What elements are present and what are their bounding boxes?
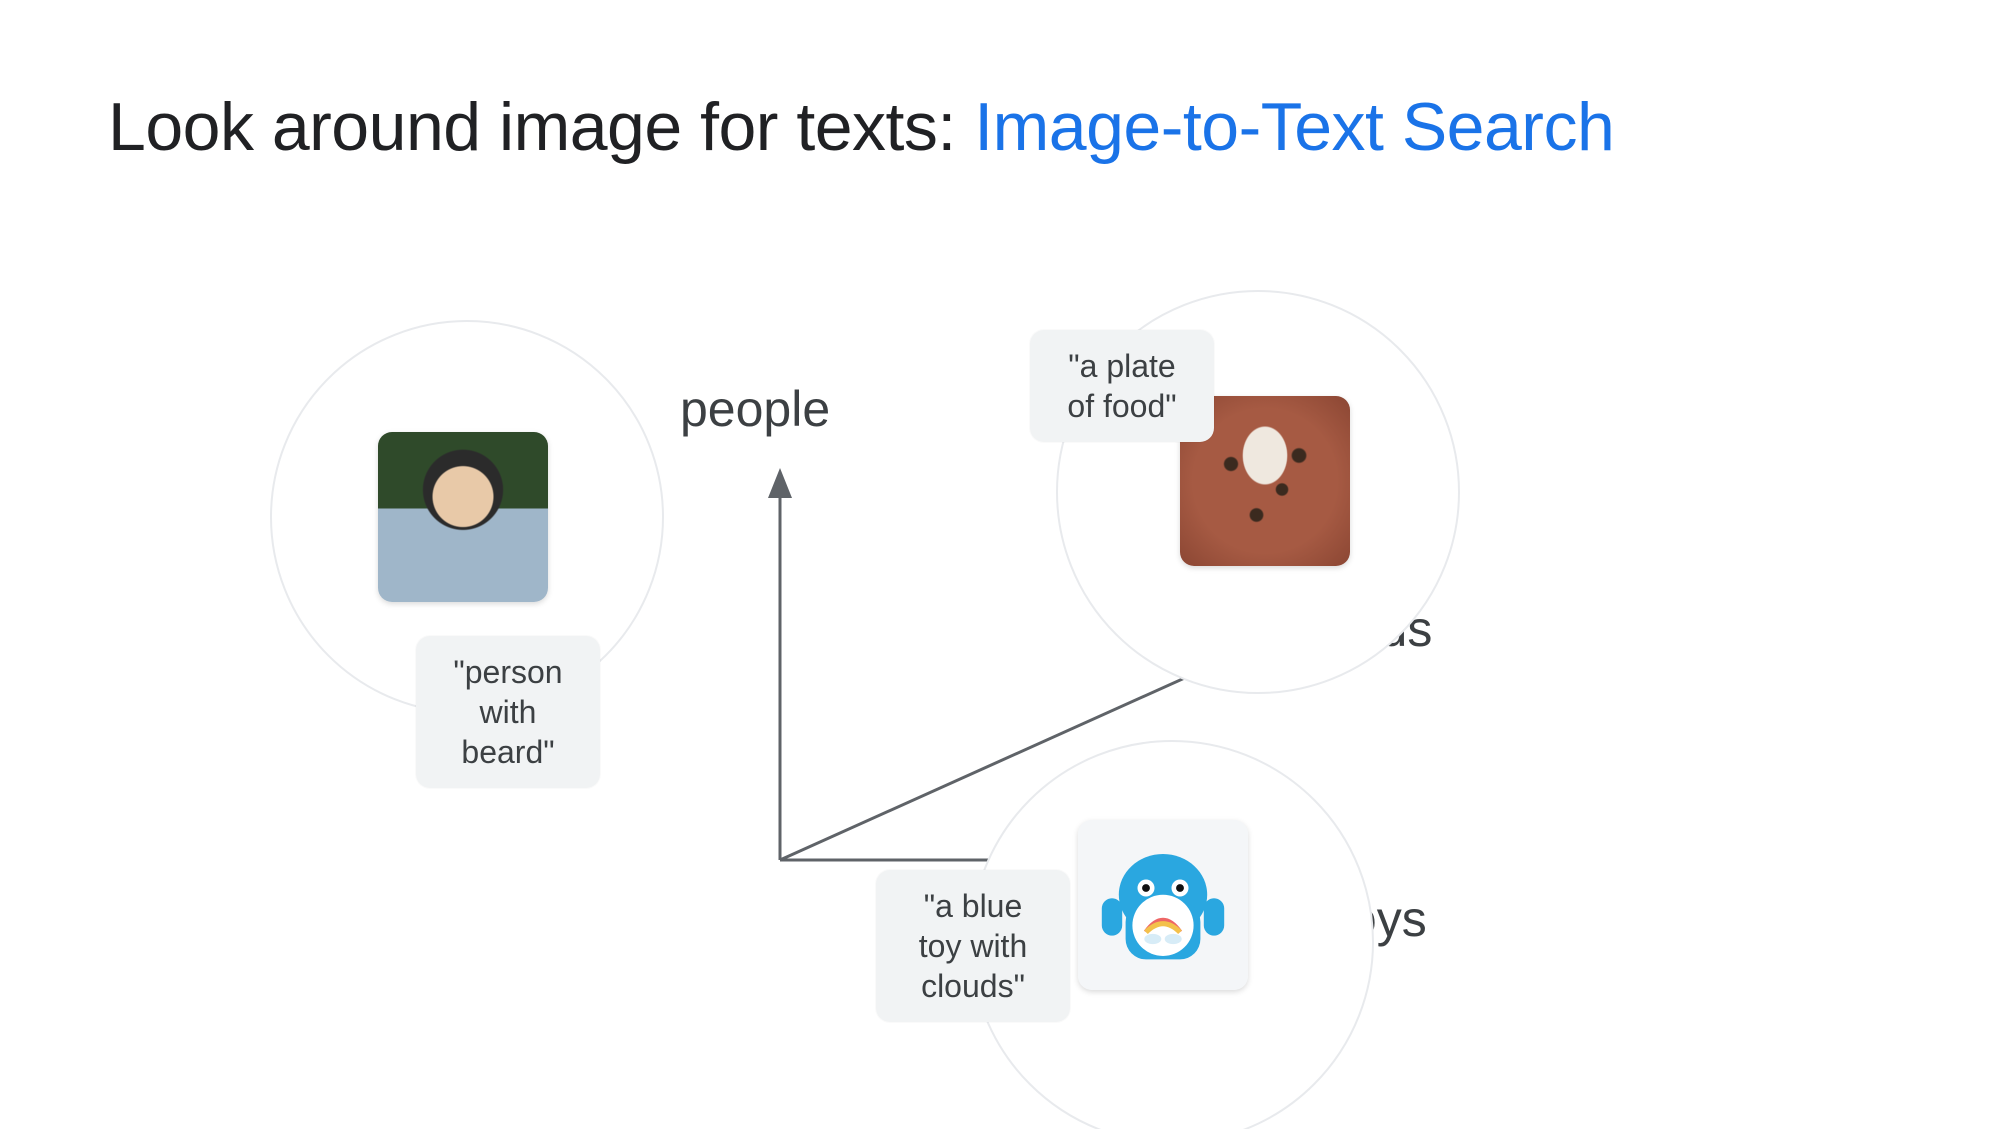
- caption-people: "person with beard": [416, 636, 600, 788]
- thumbnail-person: [378, 432, 548, 602]
- thumbnail-toy: [1078, 820, 1248, 990]
- caption-toys: "a blue toy with clouds": [876, 870, 1070, 1022]
- axis-label-people: people: [680, 380, 830, 438]
- caption-foods: "a plate of food": [1030, 330, 1214, 442]
- slide-canvas: Look around image for texts: Image-to-Te…: [0, 0, 2000, 1129]
